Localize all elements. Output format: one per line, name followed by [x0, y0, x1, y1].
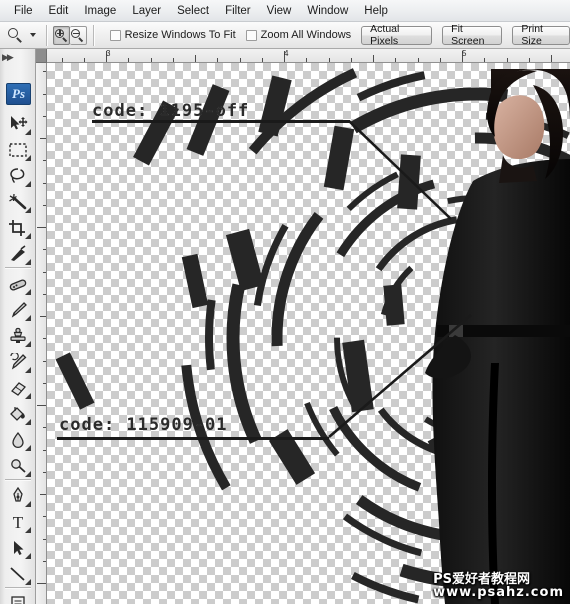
healing-brush-tool[interactable]: [4, 271, 32, 296]
notes-tool[interactable]: [4, 591, 32, 604]
resize-windows-to-fit-checkbox[interactable]: Resize Windows To Fit: [110, 29, 236, 41]
menu-bar: File Edit Image Layer Select Filter View…: [0, 0, 570, 22]
tools-panel: ▶▶ Ps: [0, 49, 36, 604]
flyout-indicator-icon[interactable]: [25, 181, 31, 187]
ruler-label-3: 3: [106, 49, 110, 58]
magic-wand-tool[interactable]: [4, 189, 32, 214]
menu-image[interactable]: Image: [76, 3, 124, 19]
options-separator-2: [93, 25, 94, 46]
checkbox-label: Zoom All Windows: [261, 29, 351, 41]
site-watermark: PS爱好者教程网 www.psahz.com: [433, 573, 564, 600]
svg-text:T: T: [13, 513, 24, 531]
menu-window[interactable]: Window: [299, 3, 356, 19]
notes-page-icon: [8, 595, 28, 604]
paint-bucket-tool[interactable]: [4, 401, 32, 426]
flyout-indicator-icon[interactable]: [25, 419, 31, 425]
flyout-indicator-icon[interactable]: [25, 233, 31, 239]
code-callout-bottom: code: 115909-01: [59, 415, 228, 435]
flyout-indicator-icon[interactable]: [25, 579, 31, 585]
path-selection-tool[interactable]: [4, 535, 32, 560]
code-callout-top: code: 1195-off: [92, 101, 249, 121]
zoom-out-icon: [71, 29, 84, 42]
blur-tool[interactable]: [4, 427, 32, 452]
flyout-indicator-icon[interactable]: [25, 315, 31, 321]
menu-edit[interactable]: Edit: [41, 3, 77, 19]
leader-line-top-horizontal: [92, 120, 350, 123]
options-separator-1: [46, 25, 47, 46]
flyout-indicator-icon[interactable]: [25, 155, 31, 161]
fit-screen-button[interactable]: Fit Screen: [442, 26, 502, 45]
brush-tool[interactable]: [4, 297, 32, 322]
crop-tool[interactable]: [4, 215, 32, 240]
horizontal-ruler[interactable]: 3 4 5: [36, 49, 570, 63]
flyout-indicator-icon[interactable]: [25, 445, 31, 451]
tool-divider-1: [5, 267, 31, 268]
flyout-indicator-icon[interactable]: [25, 553, 31, 559]
flyout-indicator-icon[interactable]: [25, 471, 31, 477]
checkbox-box[interactable]: [110, 30, 121, 41]
active-tool-preset-picker[interactable]: [0, 28, 40, 43]
ruler-label-5: 5: [462, 49, 466, 58]
type-tool[interactable]: T: [4, 509, 32, 534]
menu-file[interactable]: File: [6, 3, 41, 19]
zoom-in-button[interactable]: [53, 26, 70, 45]
watermark-line-2: www.psahz.com: [433, 586, 564, 600]
rectangular-marquee-tool[interactable]: [4, 137, 32, 162]
tool-divider-2: [5, 479, 31, 480]
flyout-indicator-icon[interactable]: [25, 129, 31, 135]
code-callout-top-label: code: 1195-off: [92, 101, 249, 121]
flyout-indicator-icon[interactable]: [25, 527, 31, 533]
menu-layer[interactable]: Layer: [124, 3, 169, 19]
history-brush-tool[interactable]: [4, 349, 32, 374]
menu-help[interactable]: Help: [356, 3, 396, 19]
double-chevron-right-icon: ▶▶: [2, 53, 12, 62]
leader-line-bottom-diagonal: [325, 311, 475, 441]
flyout-indicator-icon[interactable]: [25, 367, 31, 373]
chevron-down-icon[interactable]: [30, 33, 36, 37]
photoshop-window: File Edit Image Layer Select Filter View…: [0, 0, 570, 604]
flyout-indicator-icon[interactable]: [25, 207, 31, 213]
print-size-button[interactable]: Print Size: [512, 26, 570, 45]
menu-filter[interactable]: Filter: [217, 3, 259, 19]
actual-pixels-button[interactable]: Actual Pixels: [361, 26, 432, 45]
flyout-indicator-icon[interactable]: [25, 341, 31, 347]
checkbox-label: Resize Windows To Fit: [125, 29, 236, 41]
checkbox-box[interactable]: [246, 30, 257, 41]
flyout-indicator-icon[interactable]: [25, 501, 31, 507]
pen-tool[interactable]: [4, 483, 32, 508]
lasso-tool[interactable]: [4, 163, 32, 188]
clone-stamp-tool[interactable]: [4, 323, 32, 348]
flyout-indicator-icon[interactable]: [25, 289, 31, 295]
line-tool[interactable]: [4, 561, 32, 586]
leader-line-bottom-horizontal: [57, 437, 329, 440]
zoom-tool-icon: [8, 28, 23, 43]
move-tool[interactable]: [4, 111, 32, 136]
document-canvas[interactable]: code: 1195-off code: 115909-01 PS爱好者教程网 …: [47, 63, 570, 604]
dodge-tool[interactable]: [4, 453, 32, 478]
ruler-label-4: 4: [284, 49, 288, 58]
zoom-out-button[interactable]: [70, 26, 87, 45]
ruler-origin-corner[interactable]: [36, 49, 47, 63]
zoom-in-icon: [55, 29, 68, 42]
code-callout-bottom-label: code: 115909-01: [59, 415, 228, 435]
eraser-tool[interactable]: [4, 375, 32, 400]
options-bar: Resize Windows To Fit Zoom All Windows A…: [0, 22, 570, 49]
tool-divider-3: [5, 587, 31, 588]
vertical-ruler[interactable]: [36, 49, 47, 604]
zoom-all-windows-checkbox[interactable]: Zoom All Windows: [246, 29, 351, 41]
leader-line-top-diagonal: [347, 115, 457, 225]
photoshop-logo: Ps: [6, 83, 31, 105]
flyout-indicator-icon[interactable]: [25, 393, 31, 399]
tools-panel-collapse-handle[interactable]: ▶▶: [2, 51, 34, 64]
slice-tool[interactable]: [4, 241, 32, 266]
flyout-indicator-icon[interactable]: [25, 259, 31, 265]
menu-view[interactable]: View: [259, 3, 300, 19]
menu-select[interactable]: Select: [169, 3, 217, 19]
